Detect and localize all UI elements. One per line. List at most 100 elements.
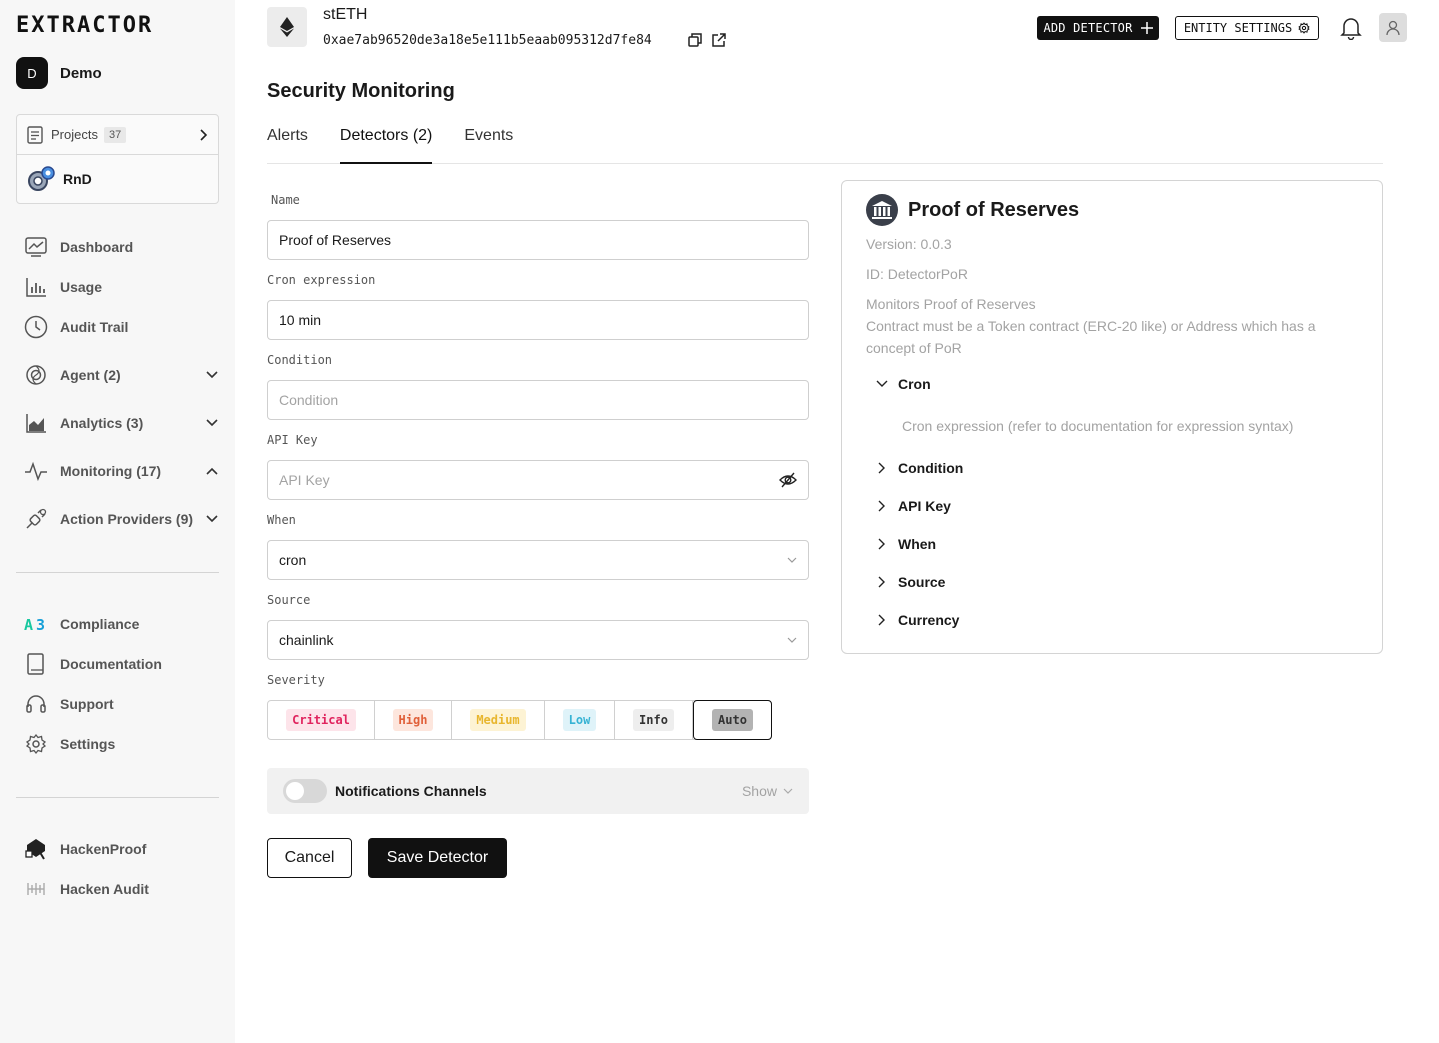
section-source[interactable]: Source	[876, 574, 945, 590]
projects-row[interactable]: Projects 37	[17, 115, 218, 155]
project-gear-icon	[28, 166, 55, 191]
current-project[interactable]: RnD	[17, 155, 218, 203]
sidebar-item-label: Monitoring (17)	[60, 463, 162, 479]
condition-placeholder: Condition	[279, 392, 339, 408]
chevron-down-icon	[783, 788, 793, 794]
add-detector-button[interactable]: ADD DETECTOR	[1037, 16, 1159, 40]
compliance-icon: A3	[24, 612, 48, 636]
sidebar-item-label: Documentation	[60, 656, 162, 672]
chevron-down-icon	[876, 380, 888, 387]
severity-critical[interactable]: Critical	[268, 701, 375, 739]
user-avatar[interactable]	[1379, 13, 1407, 42]
severity-medium[interactable]: Medium	[452, 701, 545, 739]
sidebar-item-label: Action Providers (9)	[60, 511, 194, 527]
sidebar-item-dashboard[interactable]: Dashboard	[24, 234, 220, 260]
name-value: Proof of Reserves	[279, 232, 392, 248]
source-value: chainlink	[279, 632, 334, 648]
source-select[interactable]: chainlink	[267, 620, 809, 660]
org-avatar: D	[16, 57, 48, 89]
severity-auto-label: Auto	[712, 709, 753, 731]
gear-icon	[1298, 22, 1310, 34]
sidebar-item-label: Settings	[60, 736, 116, 752]
section-condition[interactable]: Condition	[876, 460, 963, 476]
extractor-logo[interactable]: EXTRACTOR	[16, 14, 220, 36]
sidebar-item-usage[interactable]: Usage	[24, 274, 220, 300]
cron-label: Cron expression	[267, 273, 376, 287]
tab-alerts[interactable]: Alerts	[267, 124, 308, 164]
notifications-channels: Notifications Channels Show	[267, 768, 809, 814]
when-label: When	[267, 513, 296, 527]
external-link-icon[interactable]	[712, 33, 726, 47]
section-condition-label: Condition	[898, 460, 964, 476]
section-cron-label: Cron	[898, 376, 931, 392]
chevron-down-icon[interactable]	[204, 367, 220, 383]
condition-label: Condition	[267, 353, 333, 367]
panel-id: ID: DetectorPoR	[866, 266, 968, 282]
sidebar-divider	[16, 797, 219, 798]
severity-info[interactable]: Info	[615, 701, 693, 739]
sidebar: EXTRACTOR D Demo Projects 37 RnD Dashboa…	[0, 0, 235, 1043]
bell-icon[interactable]	[1340, 16, 1362, 40]
sidebar-divider	[16, 572, 219, 573]
condition-field[interactable]: Condition	[267, 380, 809, 420]
eye-off-icon[interactable]	[779, 472, 797, 488]
severity-medium-label: Medium	[470, 709, 526, 731]
severity-high[interactable]: High	[375, 701, 452, 739]
panel-requirements: Contract must be a Token contract (ERC-2…	[866, 318, 1316, 356]
notifications-show-toggle[interactable]: Show	[742, 783, 793, 799]
section-when[interactable]: When	[876, 536, 936, 552]
sidebar-item-support[interactable]: Support	[24, 691, 220, 717]
panel-header: Proof of Reserves	[866, 194, 1079, 226]
sidebar-item-label: Agent (2)	[60, 367, 121, 383]
when-select[interactable]: cron	[267, 540, 809, 580]
name-field[interactable]: Proof of Reserves	[267, 220, 809, 260]
section-cron[interactable]: Cron	[876, 376, 931, 392]
sidebar-item-settings[interactable]: Settings	[24, 731, 220, 757]
tab-detectors[interactable]: Detectors (2)	[339, 124, 433, 164]
severity-low[interactable]: Low	[545, 701, 615, 739]
sidebar-item-action-providers[interactable]: Action Providers (9)	[24, 506, 220, 532]
api-key-field[interactable]: API Key	[267, 460, 809, 500]
sidebar-item-compliance[interactable]: A3 Compliance	[24, 611, 220, 637]
cron-help-text: Cron expression (refer to documentation …	[902, 418, 1294, 434]
chevron-right-icon	[878, 614, 885, 626]
chevron-right-icon	[878, 576, 885, 588]
token-name: stETH	[323, 6, 368, 23]
chevron-down-icon[interactable]	[204, 511, 220, 527]
copy-icon[interactable]	[688, 33, 702, 47]
projects-label: Projects	[51, 127, 98, 142]
chevron-right-icon	[878, 538, 885, 550]
dashboard-icon	[24, 235, 48, 259]
sidebar-item-monitoring[interactable]: Monitoring (17)	[24, 458, 220, 484]
hacken-audit-icon	[24, 877, 48, 901]
entity-settings-button[interactable]: ENTITY SETTINGS	[1175, 16, 1319, 40]
when-value: cron	[279, 552, 307, 568]
section-source-label: Source	[898, 574, 946, 590]
org-name: Demo	[60, 64, 102, 82]
chevron-up-icon[interactable]	[204, 463, 220, 479]
cancel-button[interactable]: Cancel	[267, 838, 352, 878]
sidebar-item-analytics[interactable]: Analytics (3)	[24, 410, 220, 436]
sidebar-item-documentation[interactable]: Documentation	[24, 651, 220, 677]
sidebar-item-label: Audit Trail	[60, 319, 129, 335]
sidebar-item-agent[interactable]: Agent (2)	[24, 362, 220, 388]
sidebar-item-hacken-audit[interactable]: Hacken Audit	[24, 876, 220, 902]
tab-events[interactable]: Events	[464, 124, 513, 164]
chevron-down-icon	[787, 557, 797, 563]
notifications-toggle[interactable]	[283, 779, 327, 803]
severity-low-label: Low	[562, 709, 597, 731]
section-api-key[interactable]: API Key	[876, 498, 951, 514]
chevron-down-icon[interactable]	[204, 415, 220, 431]
section-currency-label: Currency	[898, 612, 960, 628]
severity-auto[interactable]: Auto	[693, 700, 772, 740]
org-switcher[interactable]: D Demo	[16, 57, 102, 89]
section-currency[interactable]: Currency	[876, 612, 959, 628]
chevron-down-icon	[787, 637, 797, 643]
cron-field[interactable]: 10 min	[267, 300, 809, 340]
sidebar-item-audit-trail[interactable]: Audit Trail	[24, 314, 220, 340]
address-actions	[688, 33, 726, 47]
save-detector-button[interactable]: Save Detector	[368, 838, 507, 878]
sidebar-item-hackenproof[interactable]: HackenProof	[24, 836, 220, 862]
severity-label: Severity	[267, 673, 325, 687]
clock-icon	[24, 315, 48, 339]
